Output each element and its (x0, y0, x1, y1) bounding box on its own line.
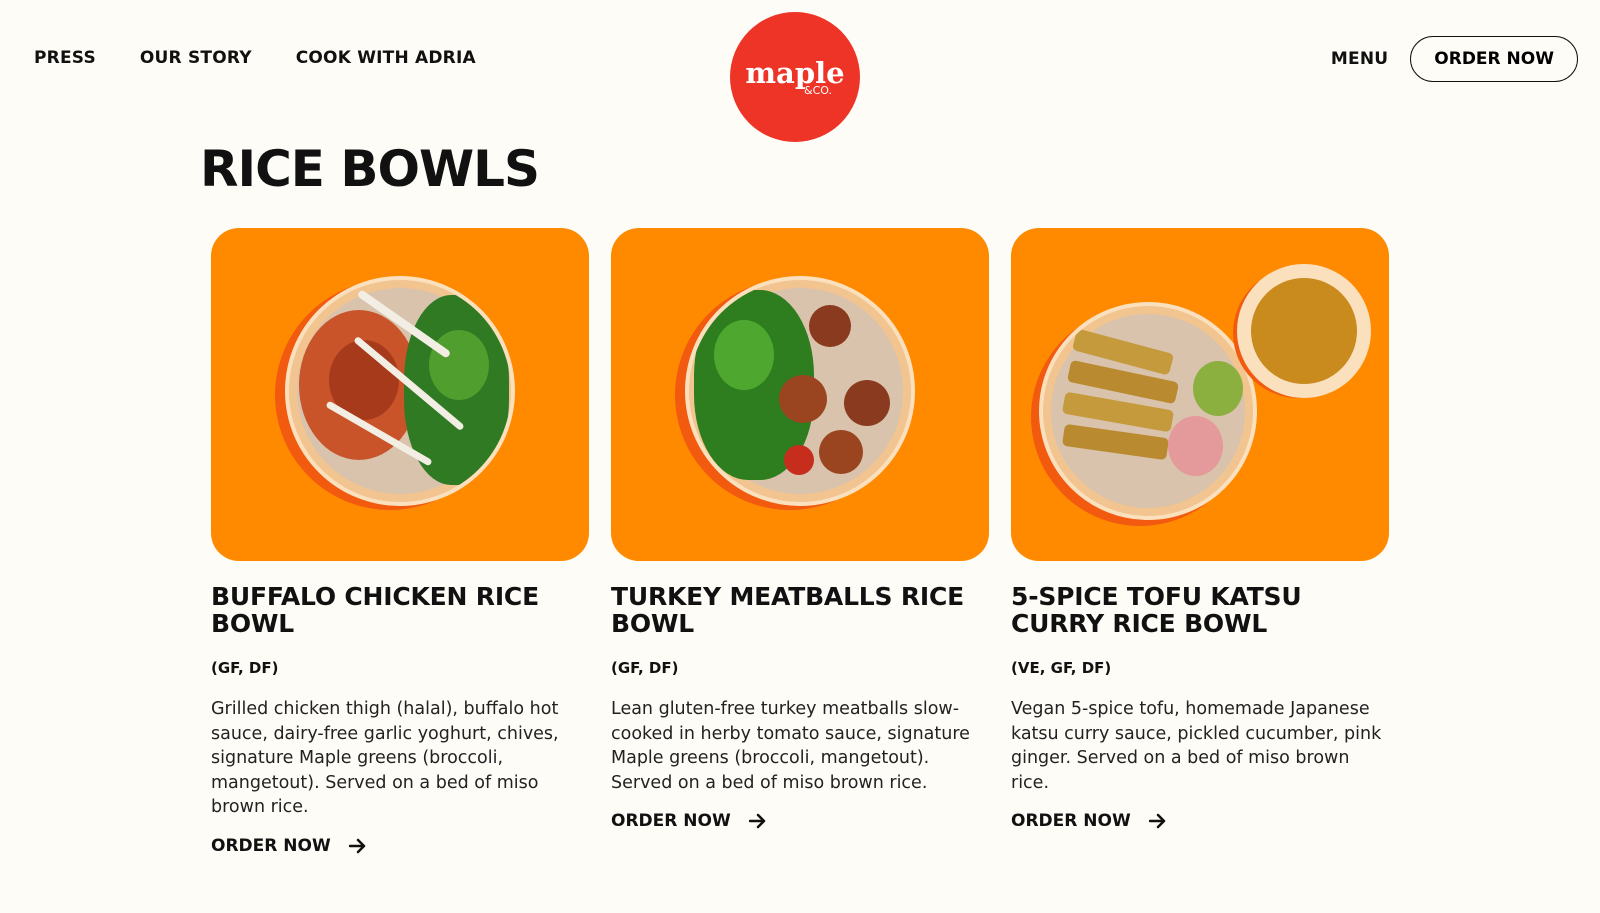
product-card: TURKEY MEATBALLS RICE BOWL (GF, DF) Lean… (611, 228, 989, 856)
nav-link-press[interactable]: PRESS (34, 48, 96, 68)
product-list: BUFFALO CHICKEN RICE BOWL (GF, DF) Grill… (211, 228, 1389, 856)
sauce-pot-photo (1237, 264, 1371, 398)
bowl-photo (1039, 302, 1257, 520)
order-now-button[interactable]: ORDER NOW (1410, 36, 1578, 82)
order-now-label: ORDER NOW (1011, 811, 1131, 831)
dietary-tags: (GF, DF) (611, 659, 679, 677)
logo-suffix: &CO. (804, 84, 832, 97)
product-image-tofu-katsu-bowl[interactable] (1011, 228, 1389, 561)
product-description: Vegan 5-spice tofu, homemade Japanese ka… (1011, 699, 1382, 793)
product-card: BUFFALO CHICKEN RICE BOWL (GF, DF) Grill… (211, 228, 589, 856)
nav-link-cook-with-adria[interactable]: COOK WITH ADRIA (296, 48, 476, 68)
header-actions: MENU ORDER NOW (1331, 36, 1578, 82)
product-name: 5-SPICE TOFU KATSU CURRY RICE BOWL (1011, 582, 1302, 638)
order-now-link[interactable]: ORDER NOW (1011, 811, 1389, 831)
product-card: 5-SPICE TOFU KATSU CURRY RICE BOWL (VE, … (1011, 228, 1389, 856)
arrow-right-icon (348, 838, 367, 854)
nav-link-our-story[interactable]: OUR STORY (140, 48, 252, 68)
primary-nav: PRESS OUR STORY COOK WITH ADRIA (34, 48, 476, 68)
order-now-link[interactable]: ORDER NOW (211, 836, 589, 856)
arrow-right-icon (1148, 813, 1167, 829)
product-description: Lean gluten-free turkey meatballs slow-c… (611, 699, 970, 793)
brand-logo[interactable]: maple &CO. (730, 12, 860, 142)
product-description: Grilled chicken thigh (halal), buffalo h… (211, 699, 559, 817)
page: PRESS OUR STORY COOK WITH ADRIA maple &C… (0, 0, 1600, 913)
product-image-turkey-meatballs-bowl[interactable] (611, 228, 989, 561)
product-name: BUFFALO CHICKEN RICE BOWL (211, 582, 539, 638)
order-now-label: ORDER NOW (211, 835, 331, 856)
dietary-tags: (VE, GF, DF) (1011, 659, 1112, 677)
product-name: TURKEY MEATBALLS RICE BOWL (611, 582, 965, 638)
bowl-photo (685, 276, 915, 506)
page-title: RICE BOWLS (200, 140, 540, 198)
order-now-label: ORDER NOW (611, 811, 731, 831)
menu-link[interactable]: MENU (1331, 49, 1388, 69)
product-image-buffalo-chicken-bowl[interactable] (211, 228, 589, 561)
dietary-tags: (GF, DF) (211, 659, 279, 677)
arrow-right-icon (748, 813, 767, 829)
order-now-link[interactable]: ORDER NOW (611, 811, 989, 831)
bowl-photo (285, 276, 515, 506)
